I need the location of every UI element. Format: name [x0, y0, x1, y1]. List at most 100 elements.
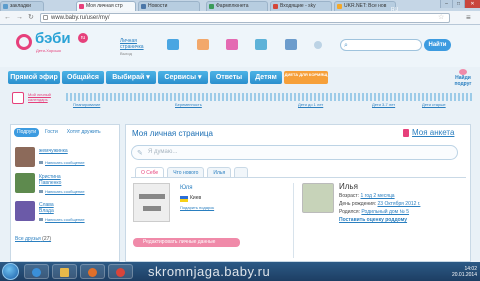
- gift-icon[interactable]: [226, 39, 238, 50]
- child-hospital-label: Родился:: [339, 209, 361, 215]
- clock-date: 20.01.2014: [451, 272, 477, 278]
- pregnancy-calendar: Мой личный календарь Планирование Береме…: [10, 90, 472, 110]
- back-icon[interactable]: ←: [4, 14, 11, 22]
- language-indicator[interactable]: RU: [391, 7, 398, 13]
- site-header: бэби ru Дети-Хорошо Личная страничка Вых…: [0, 25, 480, 67]
- all-friends-count: (27): [42, 236, 52, 242]
- avatar[interactable]: [15, 147, 35, 167]
- pencil-icon: ✎: [137, 150, 143, 157]
- taskbar-chrome[interactable]: [108, 264, 133, 279]
- friend-name[interactable]: жемчужинка: [39, 148, 68, 154]
- browser-tab-ukrnet[interactable]: UKR.NET: Все нов: [334, 1, 396, 11]
- exit-link[interactable]: Выход: [120, 51, 132, 56]
- all-friends-link[interactable]: Все друзья (27): [15, 236, 51, 242]
- menu-kids[interactable]: Детям: [250, 71, 282, 84]
- start-button[interactable]: [2, 263, 19, 280]
- chat-icon[interactable]: [255, 39, 267, 50]
- profile-content: Моя личная страница Моя анкета ✎ Я думаю…: [125, 124, 471, 262]
- maximize-button[interactable]: □: [452, 0, 464, 8]
- search-input[interactable]: ⌕: [340, 39, 422, 51]
- media-icon: [88, 268, 97, 277]
- calendar-label-kids-3-7[interactable]: Дети 3-7 лет: [372, 102, 395, 107]
- browser-tab-bookmarks[interactable]: закладки: [0, 1, 44, 11]
- ie-icon: [32, 268, 41, 277]
- browser-tab-pharm[interactable]: Фармплюнета: [206, 1, 268, 11]
- child-birthday-row: День рождения: 23 Октября 2012 г.: [339, 201, 420, 207]
- send-gift-link[interactable]: Подарить подарок: [180, 205, 214, 210]
- tab-whats-new[interactable]: Что нового: [167, 167, 205, 177]
- favicon-icon: [209, 4, 214, 9]
- tab-child[interactable]: Илья: [207, 167, 232, 177]
- mail-icon[interactable]: [167, 39, 179, 50]
- my-profile-form-link[interactable]: Моя анкета: [412, 128, 454, 137]
- taskbar-ie[interactable]: [24, 264, 49, 279]
- friend-name[interactable]: Слава Влада: [39, 202, 65, 214]
- child-age-row: Возраст: 1 год 2 месяца: [339, 193, 395, 199]
- tab-label: Моя личная стр: [86, 3, 123, 9]
- browser-tab-my-page[interactable]: Моя личная стр: [76, 1, 136, 11]
- menu-services[interactable]: Сервисы ▾: [158, 71, 208, 84]
- avatar[interactable]: [15, 173, 35, 193]
- tab-requests[interactable]: Хотят дружить: [64, 128, 104, 137]
- tab-guests[interactable]: Гости: [42, 128, 61, 137]
- user-name[interactable]: Юля: [180, 185, 193, 191]
- taskbar-media[interactable]: [80, 264, 105, 279]
- kids-icon[interactable]: [197, 39, 209, 50]
- main-menu: Прямой эфир Общайся Выбирай ▾ Сервисы ▾ …: [8, 71, 448, 84]
- system-clock[interactable]: 14:02 20.01.2014: [452, 266, 477, 278]
- write-message-link[interactable]: Написать сообщение: [45, 189, 85, 194]
- child-hospital-link[interactable]: Родильный дом № 5: [361, 209, 409, 215]
- child-age-label: Возраст:: [339, 193, 360, 199]
- tab-about[interactable]: О Себе: [135, 167, 165, 177]
- friend-name[interactable]: Кристина Павленко: [39, 174, 79, 186]
- logo-heart-icon[interactable]: [16, 34, 32, 50]
- user-photo[interactable]: [133, 183, 170, 222]
- calendar-link[interactable]: Мой личный календарь: [28, 92, 64, 102]
- taskbar-explorer[interactable]: [52, 264, 77, 279]
- tab-label: Входящие - sky: [280, 3, 316, 9]
- edit-profile-button[interactable]: Редактировать личные данные: [133, 238, 240, 247]
- all-friends-label: Все друзья: [15, 236, 41, 242]
- avatar[interactable]: [15, 201, 35, 221]
- tab-add-icon[interactable]: [234, 167, 249, 177]
- search-icon: ⌕: [344, 42, 348, 49]
- photo-icon[interactable]: [285, 39, 297, 50]
- browser-tab-news[interactable]: Новости: [138, 1, 200, 11]
- child-name[interactable]: Илья: [339, 182, 358, 191]
- menu-communicate[interactable]: Общайся: [62, 71, 104, 84]
- dropdown-icon[interactable]: [314, 41, 322, 49]
- menu-live[interactable]: Прямой эфир: [8, 71, 60, 84]
- address-bar[interactable]: www.baby.ru/user/my/: [40, 13, 450, 23]
- calendar-label-older[interactable]: Дети старше: [422, 102, 446, 107]
- calendar-icon[interactable]: [12, 92, 24, 104]
- personal-page-link[interactable]: Личная страничка: [120, 38, 154, 50]
- bookmark-star-icon[interactable]: ☆: [438, 14, 444, 22]
- tab-friends[interactable]: Подруги: [14, 128, 40, 137]
- reload-icon[interactable]: ↻: [28, 14, 34, 22]
- menu-answers[interactable]: Ответы: [210, 71, 248, 84]
- minimize-button[interactable]: –: [440, 0, 452, 8]
- close-button[interactable]: ✕: [464, 0, 480, 8]
- forward-icon[interactable]: →: [16, 14, 23, 22]
- list-item: Слава Влада Написать сообщение: [15, 201, 119, 224]
- child-birthday-label: День рождения:: [339, 201, 377, 207]
- tab-label: закладки: [10, 3, 31, 9]
- browser-tab-inbox[interactable]: Входящие - sky: [270, 1, 332, 11]
- browser-menu-icon[interactable]: ≡: [466, 14, 471, 22]
- menu-choose[interactable]: Выбирай ▾: [106, 71, 156, 84]
- status-input[interactable]: ✎ Я думаю...: [131, 145, 458, 160]
- favicon-icon: [79, 4, 84, 9]
- logo-domain-badge: ru: [78, 33, 88, 43]
- write-message-link[interactable]: Написать сообщение: [45, 217, 85, 222]
- calendar-label-planning[interactable]: Планирование: [73, 102, 100, 107]
- calendar-track[interactable]: [66, 93, 472, 101]
- search-button[interactable]: Найти: [424, 39, 451, 51]
- logo-text[interactable]: бэби: [35, 31, 71, 47]
- diet-badge[interactable]: ДИЕТА ДЛЯ КОРМЯЩ: [284, 71, 328, 84]
- rate-hospital-link[interactable]: Поставить оценку роддому: [339, 217, 407, 223]
- calendar-label-kids-1[interactable]: Дети до 1 лет: [298, 102, 323, 107]
- write-message-link[interactable]: Написать сообщение: [45, 160, 85, 165]
- calendar-label-pregnancy[interactable]: Беременность: [175, 102, 202, 107]
- find-friend-link[interactable]: Найди подруг: [450, 69, 476, 87]
- child-photo[interactable]: [302, 183, 334, 213]
